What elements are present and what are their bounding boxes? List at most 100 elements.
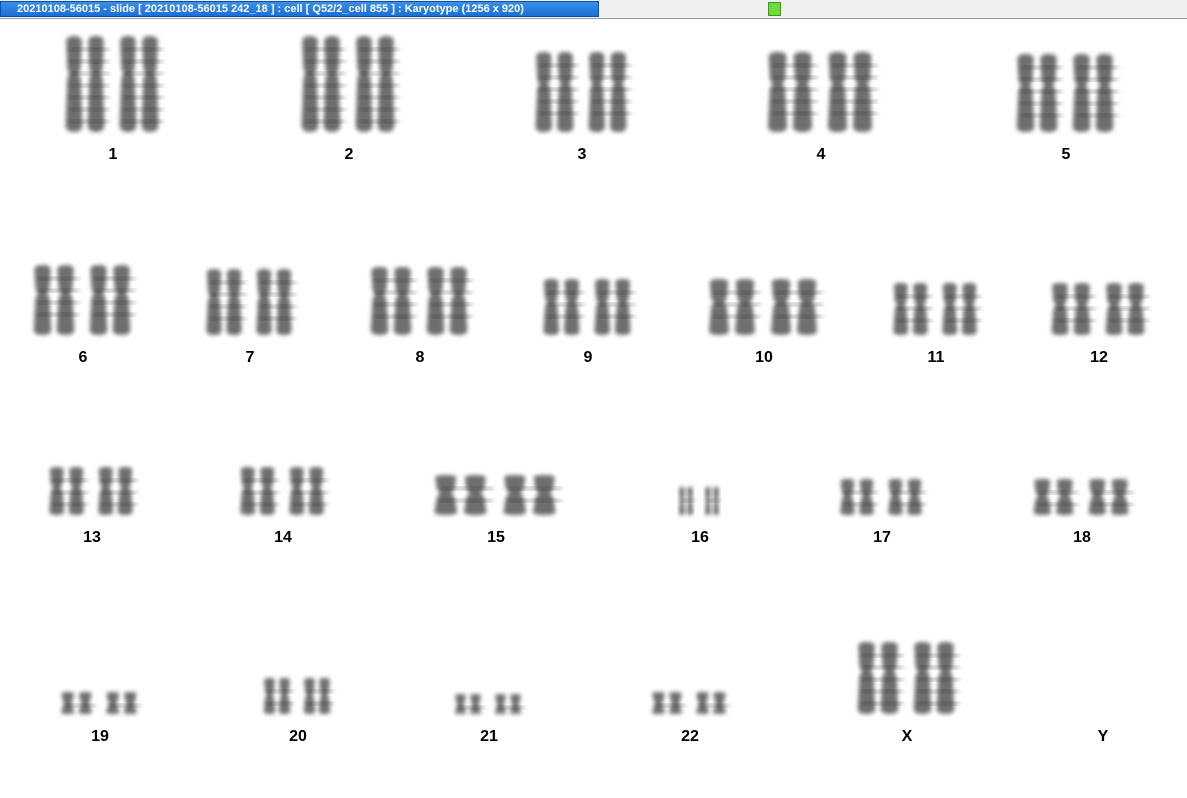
chromosome-homolog xyxy=(289,467,328,515)
chromosome-homolog xyxy=(913,642,960,714)
chromosome-image xyxy=(49,467,137,515)
chromosome-pair-11[interactable]: 11 xyxy=(876,279,996,371)
chromosome-pair-5[interactable]: 5 xyxy=(1006,50,1126,168)
chromosome-homolog xyxy=(33,265,80,335)
chromosome-image xyxy=(240,467,328,515)
chromosome-homolog xyxy=(696,692,730,714)
chromosome-image xyxy=(1051,283,1150,335)
chromosome-homolog xyxy=(370,267,417,335)
chromosome-homolog xyxy=(857,642,904,714)
chromosome-label: 1 xyxy=(108,146,118,163)
chromosome-image xyxy=(370,267,473,335)
chromosome-homolog xyxy=(263,678,294,714)
chromosome-homolog xyxy=(1105,283,1150,335)
chromosome-image xyxy=(33,265,136,335)
chromosome-label: 6 xyxy=(78,349,88,366)
chromosome-pair-19[interactable]: 19 xyxy=(40,688,160,750)
chromosome-pair-8[interactable]: 8 xyxy=(360,263,480,371)
chromosome-label: 17 xyxy=(873,529,891,546)
chromosome-homolog xyxy=(888,479,926,515)
chromosome-label: 11 xyxy=(927,349,945,366)
chromosome-pair-3[interactable]: 3 xyxy=(522,48,642,168)
chromosome-pair-9[interactable]: 9 xyxy=(528,275,648,371)
chromosome-homolog xyxy=(893,283,932,335)
chromosome-homolog xyxy=(61,692,96,714)
chromosome-image xyxy=(535,52,632,132)
chromosome-label: 18 xyxy=(1073,529,1091,546)
chromosome-homolog xyxy=(678,487,695,515)
chromosome-pair-12[interactable]: 12 xyxy=(1039,279,1159,371)
chromosome-pair-21[interactable]: 21 xyxy=(429,690,549,750)
chromosome-pair-7[interactable]: 7 xyxy=(190,265,310,371)
chromosome-homolog xyxy=(426,267,473,335)
chromosome-homolog xyxy=(704,487,721,515)
chromosome-image xyxy=(1033,479,1134,515)
chromosome-image xyxy=(652,692,730,714)
chromosome-homolog xyxy=(840,479,878,515)
chromosome-image xyxy=(301,36,400,132)
chromosome-homolog xyxy=(65,36,110,132)
chromosome-label: 2 xyxy=(344,146,354,163)
chromosome-pair-20[interactable]: 20 xyxy=(238,674,358,750)
chromosome-homolog xyxy=(303,678,334,714)
chromosome-image xyxy=(61,692,141,714)
chromosome-pair-17[interactable]: 17 xyxy=(822,475,942,551)
chromosome-pair-y[interactable]: Y xyxy=(1043,710,1163,750)
chromosome-image xyxy=(1016,54,1119,132)
chromosome-pair-x[interactable]: X xyxy=(847,638,967,750)
chromosome-image xyxy=(767,52,878,132)
chromosome-homolog xyxy=(206,269,246,335)
chromosome-homolog xyxy=(942,283,981,335)
chromosome-homolog xyxy=(588,52,632,132)
status-indicator xyxy=(768,2,781,16)
chromosome-pair-16[interactable]: 16 xyxy=(640,483,760,551)
chromosome-homolog xyxy=(543,279,585,335)
chromosome-label: 7 xyxy=(245,349,255,366)
chromosome-label: 12 xyxy=(1090,349,1108,366)
chromosome-homolog xyxy=(119,36,164,132)
chromosome-homolog xyxy=(709,279,761,335)
chromosome-homolog xyxy=(1072,54,1119,132)
chromosome-homolog xyxy=(1033,479,1079,515)
chromosome-homolog xyxy=(49,467,88,515)
chromosome-homolog xyxy=(256,269,296,335)
chromosome-label: X xyxy=(901,728,913,745)
chromosome-homolog xyxy=(594,279,636,335)
chromosome-label: 20 xyxy=(289,728,307,745)
chromosome-pair-15[interactable]: 15 xyxy=(434,471,562,551)
chromosome-homolog xyxy=(1016,54,1063,132)
window-title[interactable]: 20210108-56015 - slide [ 20210108-56015 … xyxy=(0,1,599,17)
chromosome-pair-6[interactable]: 6 xyxy=(23,261,143,371)
chromosome-homolog xyxy=(652,692,686,714)
chromosome-homolog xyxy=(827,52,878,132)
chromosome-image xyxy=(434,475,562,515)
chromosome-pair-1[interactable]: 1 xyxy=(53,32,173,168)
chromosome-pair-2[interactable]: 2 xyxy=(289,32,409,168)
chromosome-pair-18[interactable]: 18 xyxy=(1022,475,1142,551)
chromosome-homolog xyxy=(89,265,136,335)
chromosome-pair-10[interactable]: 10 xyxy=(704,275,824,371)
chromosome-homolog xyxy=(434,475,493,515)
chromosome-homolog xyxy=(494,694,525,714)
chromosome-image xyxy=(893,283,981,335)
window-title-bar: 20210108-56015 - slide [ 20210108-56015 … xyxy=(0,0,1187,19)
chromosome-image xyxy=(543,279,636,335)
chromosome-homolog xyxy=(454,694,485,714)
chromosome-label: 10 xyxy=(755,349,773,366)
chromosome-pair-4[interactable]: 4 xyxy=(761,48,881,168)
karyotype-panel: 1 2 3 4 5 6 7 8 9 10 11 12 13 14 15 16 17 18 19 20 21 22 X Y xyxy=(0,19,1187,798)
chromosome-label: 16 xyxy=(691,529,709,546)
chromosome-homolog xyxy=(503,475,562,515)
chromosome-pair-13[interactable]: 13 xyxy=(32,463,152,551)
chromosome-homolog xyxy=(767,52,818,132)
chromosome-image xyxy=(840,479,926,515)
chromosome-homolog xyxy=(98,467,137,515)
chromosome-homolog xyxy=(355,36,400,132)
chromosome-label: 22 xyxy=(681,728,699,745)
chromosome-pair-14[interactable]: 14 xyxy=(223,463,343,551)
chromosome-pair-22[interactable]: 22 xyxy=(630,688,750,750)
chromosome-image xyxy=(678,487,721,515)
chromosome-label: 13 xyxy=(83,529,101,546)
chromosome-homolog xyxy=(1088,479,1134,515)
chromosome-image xyxy=(206,269,296,335)
